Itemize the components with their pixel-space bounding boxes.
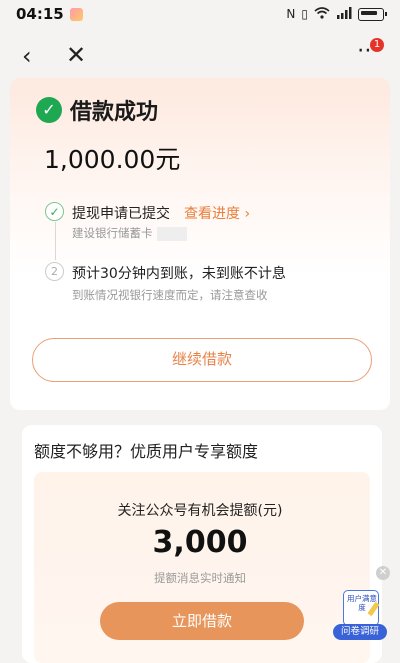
close-icon[interactable]: ✕: [66, 43, 86, 67]
success-check-icon: ✓: [36, 97, 62, 123]
step2-title: 预计30分钟内到账，未到账不计息: [72, 266, 286, 282]
survey-widget[interactable]: 用户满意度 问卷调研: [331, 590, 387, 642]
battery-icon: [358, 7, 387, 21]
wifi-icon: [314, 6, 330, 22]
step1-bank: 建设银行储蓄卡: [72, 226, 153, 240]
step-connector: [55, 222, 56, 260]
survey-close-icon[interactable]: ✕: [376, 566, 390, 580]
success-title: 借款成功: [70, 100, 159, 125]
promo-heading: 额度不够用？优质用户专享额度: [34, 442, 259, 461]
step2-number: 2: [45, 262, 64, 281]
view-progress-link[interactable]: 查看进度 ›: [184, 203, 250, 223]
nav-bar: ‹ ✕ ⋯ 1: [0, 34, 400, 78]
notification-badge: 1: [370, 38, 384, 52]
loan-amount: 1,000.00元: [44, 145, 181, 174]
masked-card-number: [156, 226, 187, 241]
survey-label: 问卷调研: [333, 624, 387, 640]
promo-amount: 3,000: [152, 525, 248, 560]
app-notification-icon: [69, 7, 83, 21]
promo-text: 关注公众号有机会提额(元): [117, 503, 283, 519]
step-done-check-icon: ✓: [45, 202, 64, 221]
status-bar: 04:15 N ▯: [0, 0, 400, 28]
success-header: ✓ 借款成功: [36, 94, 158, 126]
step1-subtitle: 建设银行储蓄卡: [72, 225, 187, 241]
step2-subtitle: 到账情况视银行速度而定，请注意查收: [72, 288, 268, 302]
promo-subtext: 提额消息实时通知: [154, 571, 246, 585]
vibrate-icon: ▯: [301, 7, 308, 21]
back-icon[interactable]: ‹: [22, 44, 32, 68]
status-time: 04:15: [16, 5, 64, 23]
borrow-now-button[interactable]: 立即借款: [100, 602, 304, 640]
continue-borrow-button[interactable]: 继续借款: [32, 338, 372, 382]
signal-icon: [336, 6, 352, 22]
nfc-icon: N: [286, 7, 296, 21]
step1-title: 提现申请已提交: [72, 206, 170, 222]
